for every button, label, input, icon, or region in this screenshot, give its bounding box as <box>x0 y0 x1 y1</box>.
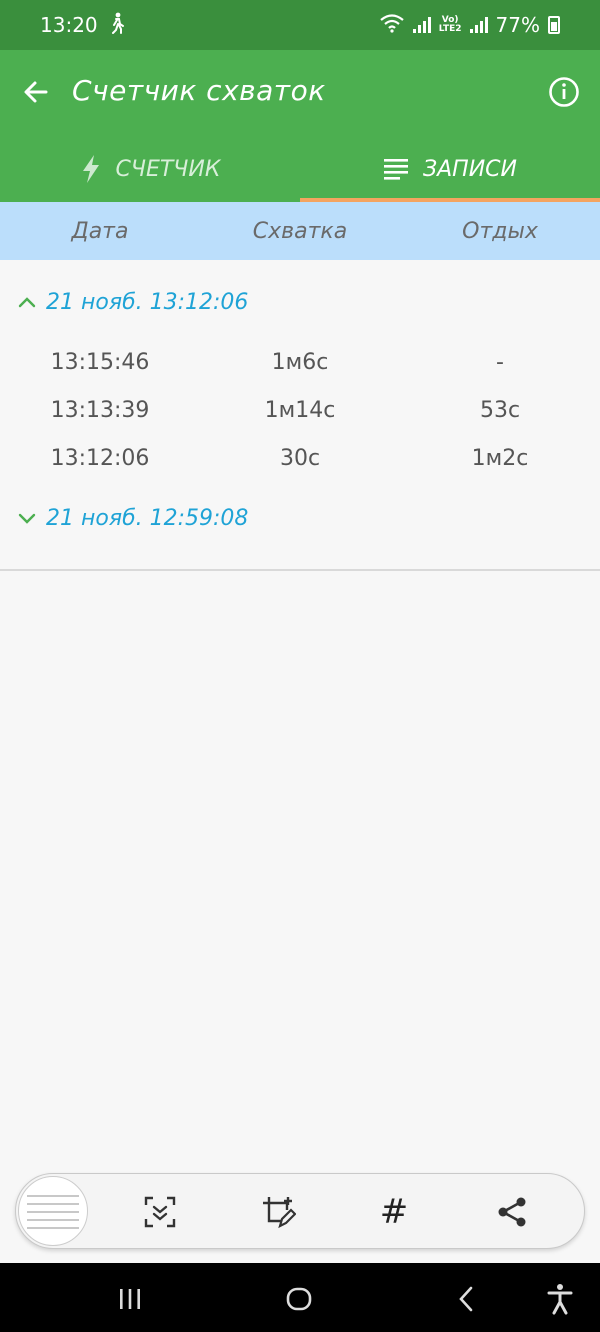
group-title: 21 нояб. 12:59:08 <box>46 505 249 531</box>
accessibility-button[interactable] <box>544 1283 576 1315</box>
record-contraction: 1м14с <box>264 397 336 423</box>
status-time: 13:20 <box>40 13 98 37</box>
record-time: 13:13:39 <box>50 397 150 423</box>
hashtag-icon: # <box>379 1192 409 1232</box>
battery-icon <box>548 16 560 34</box>
crop-edit-button[interactable] <box>258 1192 298 1232</box>
group-title: 21 нояб. 13:12:06 <box>46 289 249 315</box>
tab-counter-label: СЧЕТЧИК <box>115 156 221 182</box>
share-button[interactable] <box>492 1192 532 1232</box>
toolbar: Счетчик схваток <box>0 50 600 136</box>
signal-icon <box>412 17 431 33</box>
crop-edit-icon <box>263 1197 296 1229</box>
screenshot-thumbnail[interactable] <box>18 1176 88 1246</box>
recents-button[interactable] <box>114 1283 146 1315</box>
column-rest: Отдых <box>462 218 538 244</box>
tab-records[interactable]: ЗАПИСИ <box>300 136 600 202</box>
record-time: 13:12:06 <box>50 445 150 471</box>
tab-counter[interactable]: СЧЕТЧИК <box>0 136 300 202</box>
wifi-icon <box>379 13 405 38</box>
list-divider <box>0 569 600 571</box>
tab-records-label: ЗАПИСИ <box>423 156 517 182</box>
system-nav-bar <box>0 1263 600 1332</box>
group-rows: 13:15:46 1м6с - 13:13:39 1м14с 53с 13:12… <box>0 338 600 482</box>
back-nav-icon <box>459 1286 473 1312</box>
record-row: 13:12:06 30с 1м2с <box>0 434 600 482</box>
scroll-capture-button[interactable] <box>140 1192 180 1232</box>
record-time: 13:15:46 <box>50 349 150 375</box>
home-icon <box>286 1287 312 1311</box>
record-contraction: 1м6с <box>271 349 329 375</box>
home-button[interactable] <box>283 1283 315 1315</box>
app-bar: Счетчик схваток СЧЕТЧИК ЗАПИСИ <box>0 50 600 202</box>
app-title: Счетчик схваток <box>72 74 326 107</box>
record-row: 13:15:46 1м6с - <box>0 338 600 386</box>
column-contraction: Схватка <box>252 218 348 244</box>
lightning-icon <box>82 155 99 183</box>
tab-bar: СЧЕТЧИК ЗАПИСИ <box>0 136 600 202</box>
group-header[interactable]: 21 нояб. 12:59:08 <box>0 476 600 560</box>
scroll-capture-icon <box>144 1196 176 1228</box>
record-contraction: 30с <box>279 445 321 471</box>
back-nav-button[interactable] <box>450 1283 482 1315</box>
chevron-down-icon <box>18 513 36 524</box>
chevron-up-icon <box>18 297 36 308</box>
share-icon <box>498 1197 526 1227</box>
info-button[interactable] <box>548 76 580 108</box>
column-header: Дата Схватка Отдых <box>0 202 600 260</box>
records-list: 21 нояб. 13:12:06 13:15:46 1м6с - 13:13:… <box>0 260 600 560</box>
record-rest: 1м2с <box>471 445 529 471</box>
record-rest: 53с <box>479 397 521 423</box>
group-header[interactable]: 21 нояб. 13:12:06 <box>0 260 600 344</box>
accessibility-icon <box>547 1284 573 1315</box>
recents-icon <box>120 1289 140 1309</box>
signal-icon <box>469 17 488 33</box>
record-row: 13:13:39 1м14с 53с <box>0 386 600 434</box>
record-rest: - <box>496 349 504 375</box>
hashtag-button[interactable]: # <box>374 1192 414 1232</box>
screenshot-toolbar: # <box>15 1173 585 1249</box>
arrow-left-icon <box>24 81 48 103</box>
back-button[interactable] <box>20 76 52 108</box>
column-date: Дата <box>71 218 129 244</box>
walking-icon <box>108 12 126 39</box>
list-icon <box>384 159 408 180</box>
info-icon <box>549 77 579 107</box>
lte-indicator: Vo) LTE2 <box>438 15 462 34</box>
battery-percent: 77% <box>495 13 540 37</box>
status-bar: 13:20 Vo) LTE2 77% <box>0 0 600 50</box>
